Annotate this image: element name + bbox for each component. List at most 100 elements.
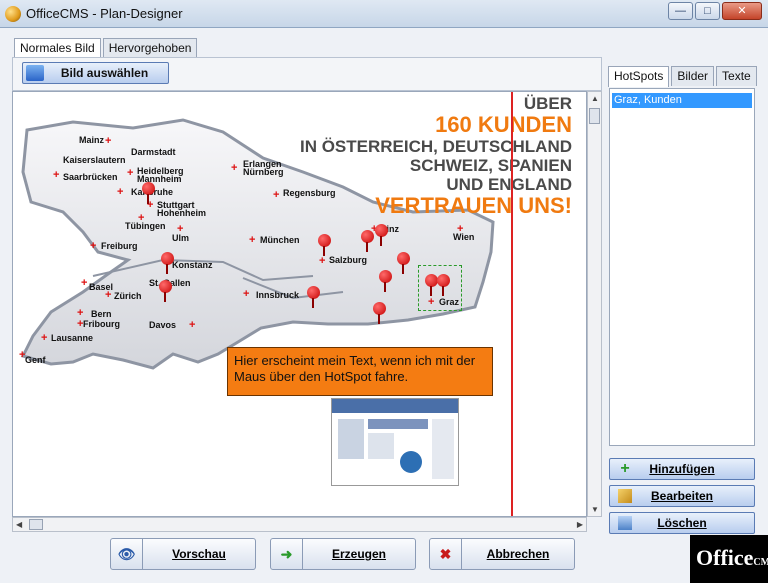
city-marker: + xyxy=(105,135,112,147)
headline-line4: SCHWEIZ, SPANIEN xyxy=(409,156,572,175)
city-marker: + xyxy=(127,167,134,179)
city-label: Tübingen xyxy=(125,221,166,231)
vertical-scrollbar[interactable]: ▲ ▼ xyxy=(587,91,602,517)
folder-icon xyxy=(26,65,44,81)
city-marker: + xyxy=(105,289,112,301)
tab-normal-image[interactable]: Normales Bild xyxy=(14,38,101,59)
city-marker: + xyxy=(41,332,48,344)
pin-marker xyxy=(161,252,174,274)
city-label: Davos xyxy=(149,320,177,330)
horizontal-scrollbar[interactable]: ◀ ▶ xyxy=(12,517,587,532)
city-label: Nürnberg xyxy=(243,167,284,177)
pencil-icon xyxy=(618,489,632,503)
tab-hotspots[interactable]: HotSpots xyxy=(608,66,670,87)
list-item[interactable]: Graz, Kunden xyxy=(612,93,752,108)
pin-marker xyxy=(375,224,388,246)
cancel-button-label: Abbrechen xyxy=(486,547,550,561)
city-marker: + xyxy=(273,189,280,201)
headline-line6: VERTRAUEN UNS! xyxy=(375,193,572,218)
pin-marker xyxy=(379,270,392,292)
city-marker: + xyxy=(319,255,326,267)
generate-button[interactable]: ➜ Erzeugen xyxy=(270,538,416,570)
pin-marker xyxy=(361,230,374,252)
scroll-right-icon[interactable]: ▶ xyxy=(577,520,583,529)
city-marker: + xyxy=(189,319,196,331)
pin-marker xyxy=(318,234,331,256)
city-label: Fribourg xyxy=(83,319,120,329)
edit-button[interactable]: Bearbeiten xyxy=(609,485,755,507)
city-label: Salzburg xyxy=(329,255,368,265)
app-icon xyxy=(5,6,21,22)
city-label: Saarbrücken xyxy=(63,172,118,182)
hotspot-graz[interactable] xyxy=(418,265,462,311)
select-image-label: Bild auswählen xyxy=(60,66,149,80)
hotspot-tooltip: Hier erscheint mein Text, wenn ich mit d… xyxy=(227,347,493,396)
logo-sub: CMS xyxy=(753,557,768,568)
tab-images[interactable]: Bilder xyxy=(671,66,715,86)
add-button[interactable]: + Hinzufügen xyxy=(609,458,755,480)
officecms-logo: OfficeCMS xyxy=(690,535,768,583)
city-label: München xyxy=(260,235,300,245)
scroll-down-icon[interactable]: ▼ xyxy=(591,505,599,514)
cancel-x-icon: ✖ xyxy=(430,539,462,569)
city-label: Darmstadt xyxy=(131,147,176,157)
tab-texts[interactable]: Texte xyxy=(716,66,757,86)
trash-icon xyxy=(618,516,632,530)
red-guide-line xyxy=(511,92,513,516)
logo-main: Office xyxy=(696,545,754,570)
pin-marker xyxy=(397,252,410,274)
plus-icon: + xyxy=(620,460,630,477)
tab-highlighted[interactable]: Hervorgehoben xyxy=(102,38,198,58)
city-marker: + xyxy=(81,277,88,289)
cancel-button[interactable]: ✖ Abbrechen xyxy=(429,538,575,570)
city-label: Lausanne xyxy=(51,333,94,343)
image-toolbar: Bild auswählen xyxy=(12,57,602,91)
delete-button[interactable]: Löschen xyxy=(609,512,755,534)
pin-marker xyxy=(307,286,320,308)
scroll-left-icon[interactable]: ◀ xyxy=(16,520,22,529)
hotspot-list[interactable]: Graz, Kunden xyxy=(609,88,755,446)
city-marker: + xyxy=(243,288,250,300)
city-label: Mainz xyxy=(79,135,105,145)
arrow-right-icon: ➜ xyxy=(271,539,303,569)
eye-icon: 👁 xyxy=(111,539,143,569)
plan-canvas[interactable]: ÜBER 160 KUNDEN IN ÖSTERREICH, DEUTSCHLA… xyxy=(12,91,587,517)
vertical-scroll-thumb[interactable] xyxy=(589,108,600,124)
headline-line5: UND ENGLAND xyxy=(446,175,572,194)
city-label: Kaiserslautern xyxy=(63,155,126,165)
pin-marker xyxy=(142,182,155,204)
add-button-label: Hinzufügen xyxy=(649,462,715,476)
window-controls: — □ ✕ xyxy=(668,2,762,20)
scroll-up-icon[interactable]: ▲ xyxy=(591,94,599,103)
city-label: Ulm xyxy=(172,233,190,243)
headline-line1: ÜBER xyxy=(523,94,572,113)
pin-marker xyxy=(373,302,386,324)
select-image-button[interactable]: Bild auswählen xyxy=(22,62,169,84)
city-label: Hohenheim xyxy=(157,208,207,218)
preview-button[interactable]: 👁 Vorschau xyxy=(110,538,256,570)
city-label: Genf xyxy=(25,355,46,365)
city-marker: + xyxy=(53,169,60,181)
city-marker: + xyxy=(231,162,238,174)
pin-marker xyxy=(159,280,172,302)
right-tabs: HotSpots Bilder Texte xyxy=(608,66,759,87)
city-marker: + xyxy=(90,240,97,252)
city-label: Freiburg xyxy=(101,241,138,251)
headline-line2: 160 KUNDEN xyxy=(435,112,572,137)
title-bar: OfficeCMS - Plan-Designer — □ ✕ xyxy=(0,0,768,28)
city-label: Innsbruck xyxy=(256,290,300,300)
headline-line3: IN ÖSTERREICH, DEUTSCHLAND xyxy=(299,137,572,156)
maximize-button[interactable]: □ xyxy=(695,2,720,20)
window-title: OfficeCMS - Plan-Designer xyxy=(26,6,183,21)
image-tabs: Normales Bild Hervorgehoben xyxy=(14,38,199,59)
close-button[interactable]: ✕ xyxy=(722,2,762,20)
website-screenshot-image xyxy=(331,398,459,486)
generate-button-label: Erzeugen xyxy=(331,547,386,561)
city-label: Regensburg xyxy=(283,188,336,198)
edit-button-label: Bearbeiten xyxy=(650,489,714,503)
city-label: Bern xyxy=(91,309,112,319)
city-label: Wien xyxy=(453,232,475,242)
horizontal-scroll-thumb[interactable] xyxy=(29,519,43,530)
city-marker: + xyxy=(77,307,84,319)
minimize-button[interactable]: — xyxy=(668,2,693,20)
